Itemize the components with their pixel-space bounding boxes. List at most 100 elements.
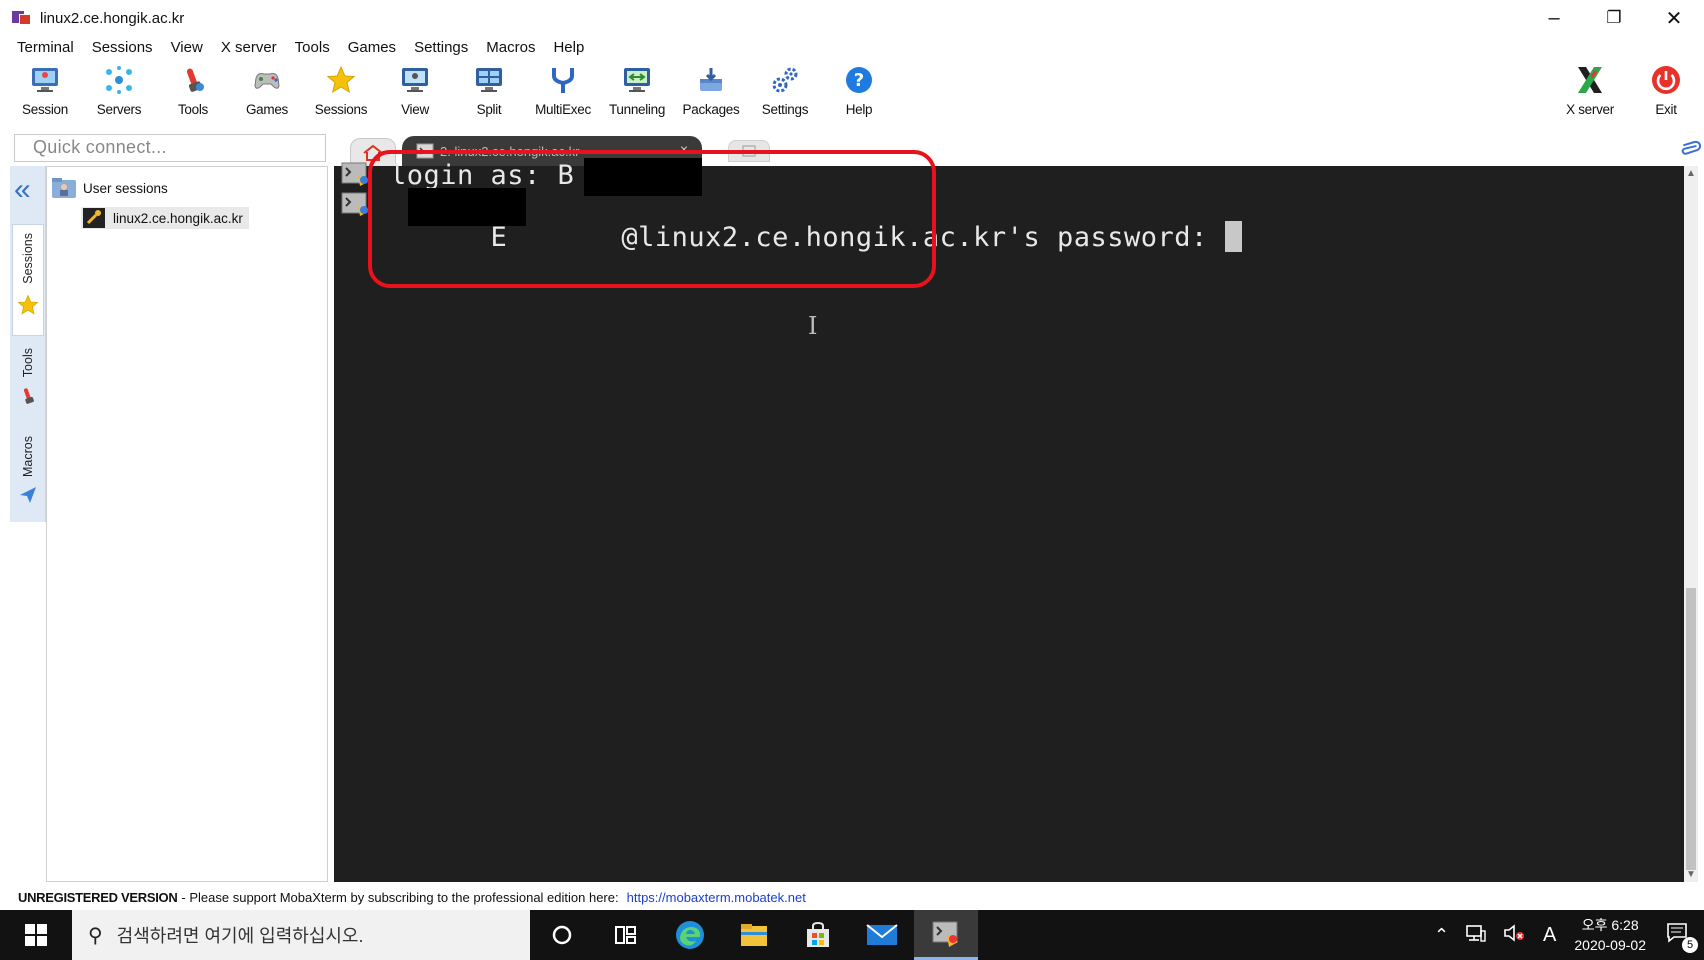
gamepad-icon	[251, 64, 283, 96]
action-center-icon[interactable]: 5	[1666, 922, 1698, 953]
menu-games[interactable]: Games	[339, 39, 405, 56]
taskbar-mobaxterm-button[interactable]	[914, 910, 978, 960]
side-tab-macros-label: Macros	[21, 436, 35, 477]
title-bar: linux2.ce.hongik.ac.kr – ❐ ✕	[0, 0, 1704, 36]
minimize-button[interactable]: –	[1524, 0, 1584, 36]
toolbar-x-server-button[interactable]: X server	[1552, 62, 1628, 126]
main-toolbar: Session Servers Tools Games Sessions Vie…	[8, 62, 896, 126]
user-folder-icon	[51, 177, 77, 199]
svg-text:?: ?	[854, 70, 864, 91]
toolbar-multiexec-label: MultiExec	[535, 102, 591, 117]
side-tab-macros[interactable]: Macros	[12, 432, 44, 522]
toolbar-exit-label: Exit	[1655, 102, 1677, 117]
text-cursor-icon: I	[808, 312, 818, 340]
edge-browser-icon	[676, 921, 704, 949]
gears-icon	[769, 64, 801, 96]
unregistered-label: UNREGISTERED VERSION	[18, 889, 178, 905]
menu-bar: Terminal Sessions View X server Tools Ga…	[8, 34, 593, 60]
taskbar-time: 오후 6:28	[1581, 917, 1639, 933]
collapse-sidebar-icon[interactable]: «	[14, 175, 31, 205]
toolbar-packages-button[interactable]: Packages	[674, 62, 748, 126]
start-button[interactable]	[0, 910, 72, 960]
mail-icon	[866, 924, 898, 945]
toolbar-games-button[interactable]: Games	[230, 62, 304, 126]
menu-macros[interactable]: Macros	[477, 39, 544, 56]
toolbar-view-button[interactable]: View	[378, 62, 452, 126]
toolbar-split-label: Split	[476, 102, 502, 117]
taskbar-clock[interactable]: 오후 6:28 2020-09-02	[1574, 915, 1646, 955]
tree-user-sessions[interactable]: User sessions	[51, 177, 168, 199]
task-view-button[interactable]	[594, 910, 658, 960]
restore-button[interactable]: ❐	[1584, 0, 1644, 36]
package-icon	[695, 64, 727, 96]
menu-settings[interactable]: Settings	[405, 39, 477, 56]
side-tab-sessions-label: Sessions	[21, 233, 35, 284]
paper-plane-icon	[20, 486, 36, 503]
terminal-scrollbar[interactable]: ▲ ▼	[1684, 166, 1698, 882]
network-icon[interactable]	[1465, 923, 1487, 948]
toolbar-sessions-button[interactable]: Sessions	[304, 62, 378, 126]
tree-session-linux2[interactable]: linux2.ce.hongik.ac.kr	[81, 207, 249, 229]
toolbar-x-server-label: X server	[1566, 102, 1614, 117]
x-server-icon	[1574, 64, 1606, 96]
star-icon	[17, 294, 39, 315]
menu-help[interactable]: Help	[544, 39, 593, 56]
windows-taskbar: ⚲ 검색하려면 여기에 입력하십시오. ⌃ A 오후 6:28 2020-09-…	[0, 910, 1704, 960]
taskbar-edge-button[interactable]	[658, 910, 722, 960]
tree-session-linux2-label: linux2.ce.hongik.ac.kr	[113, 210, 243, 226]
toolbar-session-label: Session	[22, 102, 68, 117]
menu-terminal[interactable]: Terminal	[8, 39, 83, 56]
show-hidden-icons-chevron-icon[interactable]: ⌃	[1434, 925, 1449, 946]
taskbar-mail-button[interactable]	[850, 910, 914, 960]
folder-icon	[741, 924, 767, 946]
toolbar-games-label: Games	[245, 102, 288, 117]
volume-muted-icon[interactable]	[1503, 923, 1527, 948]
taskbar-file-explorer-button[interactable]	[722, 910, 786, 960]
taskbar-date: 2020-09-02	[1574, 937, 1646, 953]
taskbar-search-box[interactable]: ⚲ 검색하려면 여기에 입력하십시오.	[72, 910, 530, 960]
close-button[interactable]: ✕	[1644, 0, 1704, 36]
power-icon	[1650, 64, 1682, 96]
terminal-scrollbar-thumb[interactable]	[1686, 588, 1696, 870]
quick-connect-input[interactable]: Quick connect...	[14, 134, 326, 162]
toolbar-split-button[interactable]: Split	[452, 62, 526, 126]
toolbar-tools-button[interactable]: Tools	[156, 62, 230, 126]
toolbar-settings-button[interactable]: Settings	[748, 62, 822, 126]
menu-tools[interactable]: Tools	[286, 39, 339, 56]
toolbar-tunneling-button[interactable]: Tunneling	[600, 62, 674, 126]
tools-icon	[177, 64, 209, 96]
view-monitor-icon	[399, 64, 431, 96]
window-title: linux2.ce.hongik.ac.kr	[40, 9, 185, 27]
search-icon: ⚲	[88, 924, 103, 947]
help-icon: ?	[843, 64, 875, 96]
ssh-key-icon	[81, 207, 107, 229]
toolbar-session-button[interactable]: Session	[8, 62, 82, 126]
system-tray: ⌃ A 오후 6:28 2020-09-02 5	[1426, 910, 1704, 960]
status-message: - Please support MobaXterm by subscribin…	[181, 889, 619, 905]
task-view-icon	[615, 926, 636, 944]
ime-indicator[interactable]: A	[1543, 924, 1556, 947]
taskbar-search-placeholder: 검색하려면 여기에 입력하십시오.	[116, 926, 364, 946]
mobatek-link[interactable]: https://mobaxterm.mobatek.net	[627, 890, 806, 905]
side-tab-strip: « Sessions Tools Macros	[10, 166, 46, 522]
toolbar-servers-label: Servers	[96, 102, 142, 117]
mobaxterm-window: linux2.ce.hongik.ac.kr – ❐ ✕ Terminal Se…	[0, 0, 1704, 960]
menu-x-server[interactable]: X server	[212, 39, 286, 56]
taskbar-store-button[interactable]	[786, 910, 850, 960]
toolbar-servers-button[interactable]: Servers	[82, 62, 156, 126]
mobaxterm-app-icon	[12, 10, 32, 26]
side-tab-tools[interactable]: Tools	[12, 344, 44, 428]
side-tab-tools-label: Tools	[21, 348, 35, 378]
window-controls: – ❐ ✕	[1524, 0, 1704, 36]
menu-sessions[interactable]: Sessions	[83, 39, 162, 56]
windows-logo-icon	[25, 924, 47, 946]
paperclip-icon[interactable]	[1671, 133, 1704, 169]
side-tab-sessions[interactable]: Sessions	[12, 224, 44, 336]
menu-view[interactable]: View	[162, 39, 212, 56]
tunnel-icon	[621, 64, 653, 96]
toolbar-help-button[interactable]: ? Help	[822, 62, 896, 126]
toolbar-view-label: View	[401, 102, 429, 117]
toolbar-exit-button[interactable]: Exit	[1628, 62, 1704, 126]
cortana-button[interactable]	[530, 910, 594, 960]
toolbar-multiexec-button[interactable]: MultiExec	[526, 62, 600, 126]
